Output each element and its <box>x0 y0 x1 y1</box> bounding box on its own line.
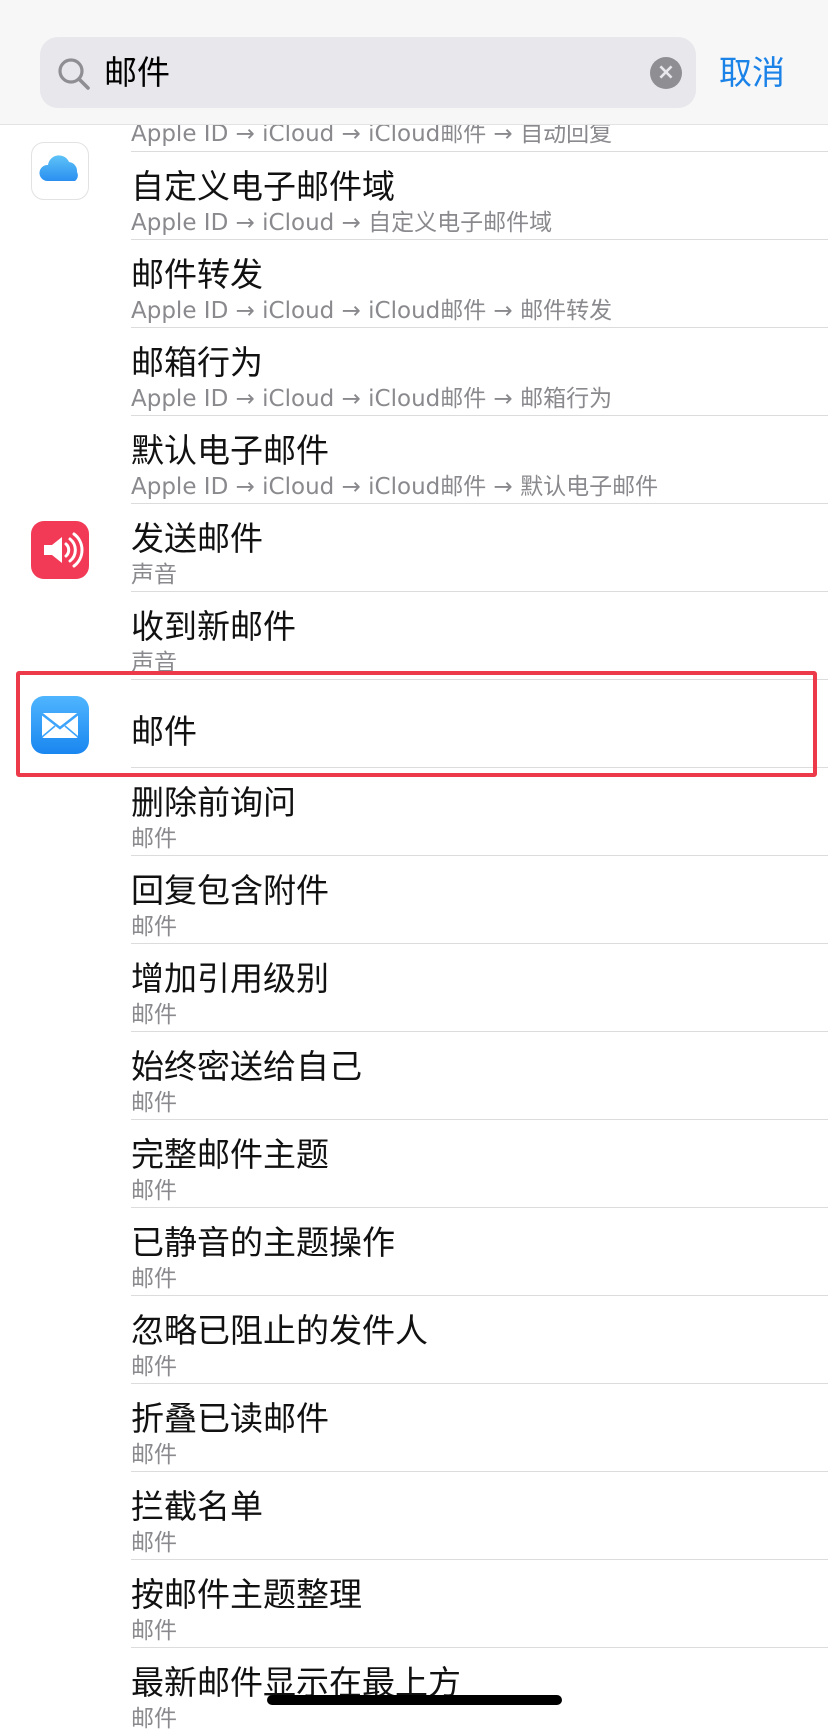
speaker-icon <box>31 521 89 579</box>
result-row-subtitle: 邮件 <box>131 1706 177 1732</box>
cancel-button[interactable]: 取消 <box>719 37 785 108</box>
result-row-subtitle: 声音 <box>131 562 177 588</box>
result-row-mail-forwarding[interactable]: 邮件转发 Apple ID → iCloud → iCloud邮件 → 邮件转发 <box>0 240 828 328</box>
result-row-subtitle: 邮件 <box>131 1354 177 1380</box>
result-row-organize-by-thread[interactable]: 按邮件主题整理 邮件 <box>0 1560 828 1648</box>
highlight-box <box>16 671 817 777</box>
result-row-title: 折叠已读邮件 <box>131 1399 329 1438</box>
result-row-subtitle: 邮件 <box>131 1090 177 1116</box>
result-row-title: 拦截名单 <box>131 1487 263 1526</box>
result-row-subtitle: 邮件 <box>131 914 177 940</box>
search-field[interactable]: 邮件 × <box>40 37 696 108</box>
result-row-increase-quote-level[interactable]: 增加引用级别 邮件 <box>0 944 828 1032</box>
result-row-subtitle: Apple ID → iCloud → 自定义电子邮件域 <box>131 210 553 236</box>
result-row-most-recent-on-top[interactable]: 最新邮件显示在最上方 邮件 <box>0 1648 828 1732</box>
result-row-custom-email-domain[interactable]: 自定义电子邮件域 Apple ID → iCloud → 自定义电子邮件域 <box>0 142 828 240</box>
result-row-title: 发送邮件 <box>131 519 263 558</box>
result-row-title: 忽略已阻止的发件人 <box>131 1311 428 1350</box>
result-row-subtitle: 邮件 <box>131 1266 177 1292</box>
result-row-subtitle: 邮件 <box>131 1002 177 1028</box>
result-row-subtitle: 邮件 <box>131 1618 177 1644</box>
result-row-subtitle: 邮件 <box>131 1178 177 1204</box>
icloud-icon <box>31 142 89 200</box>
result-row-title: 回复包含附件 <box>131 871 329 910</box>
result-row-collapse-read-messages[interactable]: 折叠已读邮件 邮件 <box>0 1384 828 1472</box>
result-row-mailbox-behavior[interactable]: 邮箱行为 Apple ID → iCloud → iCloud邮件 → 邮箱行为 <box>0 328 828 416</box>
result-row-muted-thread-action[interactable]: 已静音的主题操作 邮件 <box>0 1208 828 1296</box>
result-row-title: 按邮件主题整理 <box>131 1575 362 1614</box>
result-row-sent-mail[interactable]: 发送邮件 声音 <box>0 504 828 592</box>
result-row-title: 邮箱行为 <box>131 343 263 382</box>
result-row-subtitle: 邮件 <box>131 826 177 852</box>
result-row-ignore-blocked-senders[interactable]: 忽略已阻止的发件人 邮件 <box>0 1296 828 1384</box>
result-row-subtitle: 邮件 <box>131 1442 177 1468</box>
result-row-title: 自定义电子邮件域 <box>131 167 395 206</box>
result-row-title: 默认电子邮件 <box>131 431 329 470</box>
result-row-title: 始终密送给自己 <box>131 1047 362 1086</box>
result-row-title: 增加引用级别 <box>131 959 329 998</box>
result-row-subtitle: Apple ID → iCloud → iCloud邮件 → 邮箱行为 <box>131 386 613 412</box>
search-icon <box>58 58 90 90</box>
clear-icon[interactable]: × <box>650 57 682 89</box>
result-row-ask-before-deleting[interactable]: 删除前询问 邮件 <box>0 768 828 856</box>
result-row-blocked-list[interactable]: 拦截名单 邮件 <box>0 1472 828 1560</box>
result-row-subtitle: Apple ID → iCloud → iCloud邮件 → 邮件转发 <box>131 298 613 324</box>
search-header: 邮件 × 取消 <box>0 0 828 125</box>
result-row-title: 完整邮件主题 <box>131 1135 329 1174</box>
search-input[interactable]: 邮件 <box>104 37 170 108</box>
result-row-include-attachments[interactable]: 回复包含附件 邮件 <box>0 856 828 944</box>
result-row-title: 已静音的主题操作 <box>131 1223 395 1262</box>
result-row-default-email[interactable]: 默认电子邮件 Apple ID → iCloud → iCloud邮件 → 默认… <box>0 416 828 504</box>
result-row-title: 邮件转发 <box>131 255 263 294</box>
result-row-subtitle: 邮件 <box>131 1530 177 1556</box>
result-row-complete-threads[interactable]: 完整邮件主题 邮件 <box>0 1120 828 1208</box>
result-row-always-bcc-myself[interactable]: 始终密送给自己 邮件 <box>0 1032 828 1120</box>
result-row-subtitle: Apple ID → iCloud → iCloud邮件 → 默认电子邮件 <box>131 474 659 500</box>
home-indicator[interactable] <box>267 1695 562 1705</box>
result-row-title: 收到新邮件 <box>131 607 296 646</box>
result-row-title: 删除前询问 <box>131 783 296 822</box>
result-row-new-mail[interactable]: 收到新邮件 声音 <box>0 592 828 680</box>
